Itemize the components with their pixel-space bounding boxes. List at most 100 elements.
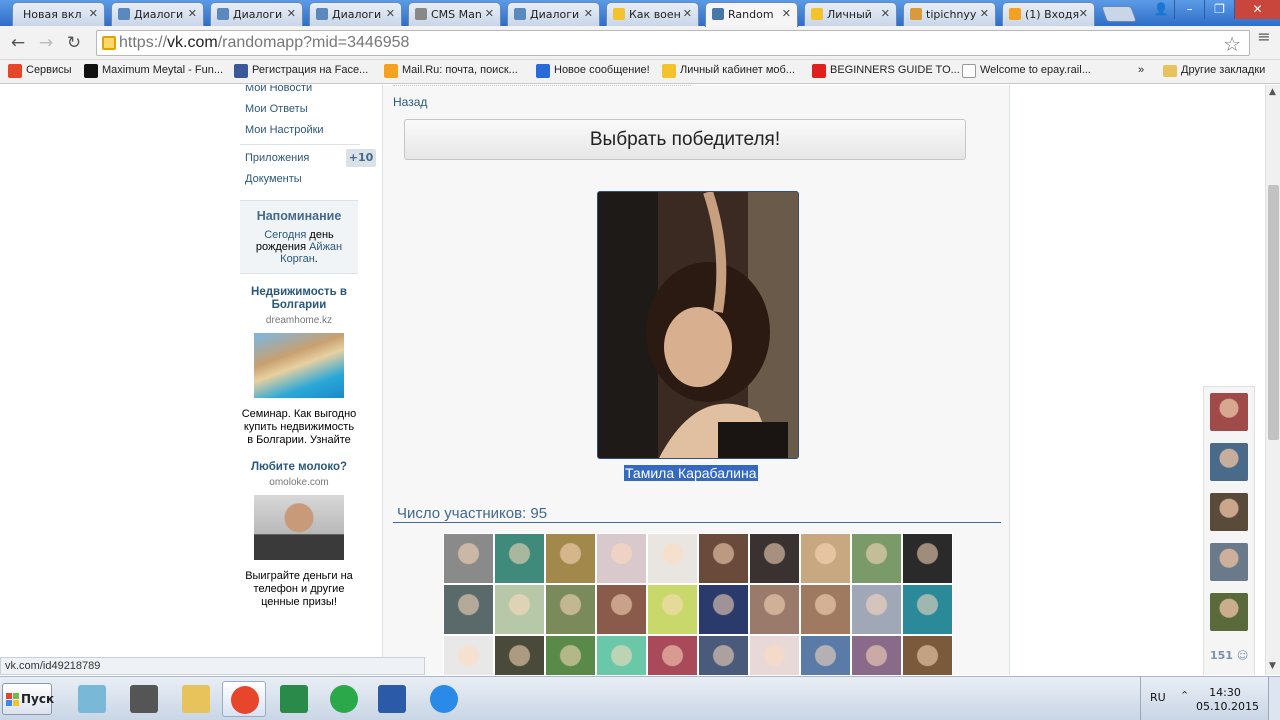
minimize-icon[interactable]: – <box>1174 0 1204 19</box>
winner-photo[interactable] <box>597 191 799 459</box>
tab-close-icon[interactable]: ✕ <box>386 7 395 20</box>
participant-avatar[interactable] <box>647 635 698 675</box>
taskbar-app-button[interactable] <box>174 681 218 717</box>
friends-count[interactable]: 151 ☺ <box>1210 649 1248 662</box>
tab-4[interactable]: CMS Man ✕ <box>408 2 501 26</box>
scroll-up-icon[interactable]: ▲ <box>1269 87 1276 97</box>
tab-2[interactable]: Диалоги ✕ <box>210 2 303 26</box>
tab-9[interactable]: tipichnyy ✕ <box>903 2 996 26</box>
participant-avatar[interactable] <box>545 584 596 635</box>
friend-avatar[interactable] <box>1210 443 1248 481</box>
bookmark-item[interactable]: Новое сообщение! <box>536 64 650 78</box>
participant-avatar[interactable] <box>902 533 953 584</box>
pick-winner-button[interactable]: Выбрать победителя! <box>404 119 966 160</box>
participant-avatar[interactable] <box>800 533 851 584</box>
tab-close-icon[interactable]: ✕ <box>782 7 791 20</box>
sidebar-item-answers[interactable]: Мои Ответы <box>240 99 360 120</box>
tab-close-icon[interactable]: ✕ <box>89 7 98 20</box>
tab-0[interactable]: Новая вкла ✕ <box>12 2 105 26</box>
tab-close-icon[interactable]: ✕ <box>980 7 989 20</box>
new-tab-button[interactable] <box>1101 6 1137 22</box>
participant-avatar[interactable] <box>698 533 749 584</box>
tab-8[interactable]: Личный ✕ <box>804 2 897 26</box>
friend-avatar[interactable] <box>1210 543 1248 581</box>
tab-5[interactable]: Диалоги ✕ <box>507 2 600 26</box>
bookmark-item[interactable]: Maximum Meytal - Fun... <box>84 64 223 78</box>
participant-avatar[interactable] <box>596 584 647 635</box>
scroll-down-icon[interactable]: ▼ <box>1269 661 1276 671</box>
taskbar-app-button[interactable] <box>370 681 414 717</box>
participant-avatar[interactable] <box>596 533 647 584</box>
taskbar-app-button[interactable] <box>222 681 266 717</box>
friend-avatar[interactable] <box>1210 593 1248 631</box>
language-indicator[interactable]: RU <box>1150 691 1166 704</box>
page-scrollbar[interactable]: ▲ ▼ <box>1265 85 1280 675</box>
tab-close-icon[interactable]: ✕ <box>188 7 197 20</box>
ad-image-man-phone[interactable] <box>254 495 344 560</box>
ad-text[interactable]: Семинар. Как выгодно купить недвижимость… <box>240 408 358 447</box>
clock[interactable]: 14:30 05.10.2015 <box>1196 686 1259 714</box>
participant-avatar[interactable] <box>545 533 596 584</box>
participant-avatar[interactable] <box>647 584 698 635</box>
address-bar[interactable]: https://vk.com/randomapp?mid=3446958 ☆ <box>96 30 1250 56</box>
participant-avatar[interactable] <box>800 635 851 675</box>
taskbar-app-button[interactable] <box>272 681 316 717</box>
participant-avatar[interactable] <box>851 584 902 635</box>
tab-6[interactable]: Как воен ✕ <box>606 2 699 26</box>
bookmark-item[interactable]: Welcome to epay.rail... <box>962 64 1091 78</box>
sidebar-item-apps[interactable]: Приложения <box>240 148 360 169</box>
participant-avatar[interactable] <box>494 533 545 584</box>
maximize-icon[interactable]: ❐ <box>1204 0 1234 19</box>
ad-title[interactable]: Любите молоко? <box>240 461 358 474</box>
sidebar-item-settings[interactable]: Мои Настройки <box>240 120 360 141</box>
participant-avatar[interactable] <box>749 533 800 584</box>
tab-close-icon[interactable]: ✕ <box>287 7 296 20</box>
ad-image-resort[interactable] <box>254 333 344 398</box>
winner-name-link[interactable]: Тамила Карабалина <box>624 465 758 481</box>
close-window-icon[interactable]: ✕ <box>1234 0 1280 19</box>
bookmark-item[interactable]: Личный кабинет моб... <box>662 64 795 78</box>
participant-avatar[interactable] <box>749 584 800 635</box>
tab-close-icon[interactable]: ✕ <box>584 7 593 20</box>
participant-avatar[interactable] <box>494 584 545 635</box>
start-button[interactable]: Пуск <box>2 683 54 715</box>
participant-avatar[interactable] <box>698 584 749 635</box>
tab-close-icon[interactable]: ✕ <box>1079 7 1088 20</box>
participant-avatar[interactable] <box>902 584 953 635</box>
participant-avatar[interactable] <box>647 533 698 584</box>
back-link[interactable]: Назад <box>393 95 427 109</box>
forward-arrow-icon[interactable]: → <box>36 33 56 53</box>
reminder-today-link[interactable]: Сегодня <box>264 229 306 241</box>
participant-avatar[interactable] <box>800 584 851 635</box>
friend-avatar[interactable] <box>1210 393 1248 431</box>
participant-avatar[interactable] <box>902 635 953 675</box>
participant-avatar[interactable] <box>443 533 494 584</box>
participant-avatar[interactable] <box>698 635 749 675</box>
taskbar-app-button[interactable] <box>322 681 366 717</box>
ad-title[interactable]: Недвижимость в Болгарии <box>240 286 358 312</box>
bookmark-item[interactable]: BEGINNERS GUIDE TO... <box>812 64 960 78</box>
other-bookmarks-button[interactable]: Другие закладки <box>1163 64 1265 77</box>
apps-badge[interactable]: +10 <box>346 149 376 167</box>
participant-avatar[interactable] <box>596 635 647 675</box>
show-desktop-button[interactable] <box>1268 677 1280 720</box>
friend-avatar[interactable] <box>1210 493 1248 531</box>
tab-1[interactable]: Диалоги ✕ <box>111 2 204 26</box>
scrollbar-thumb[interactable] <box>1268 185 1279 440</box>
taskbar-app-button[interactable] <box>122 681 166 717</box>
bookmark-item[interactable]: Сервисы <box>8 64 72 78</box>
bookmark-item[interactable]: Mail.Ru: почта, поиск... <box>384 64 518 78</box>
participant-avatar[interactable] <box>851 533 902 584</box>
sidebar-item-news[interactable]: Мои Новости <box>240 85 360 99</box>
reload-icon[interactable]: ↻ <box>64 33 84 53</box>
ad-text[interactable]: Выиграйте деньги на телефон и другие цен… <box>240 570 358 609</box>
tab-close-icon[interactable]: ✕ <box>881 7 890 20</box>
menu-icon[interactable]: ≡ <box>1256 29 1272 45</box>
taskbar-app-button[interactable] <box>422 681 466 717</box>
tab-close-icon[interactable]: ✕ <box>485 7 494 20</box>
ad-block[interactable]: Любите молоко? omoloke.com Выиграйте ден… <box>240 461 358 609</box>
participant-avatar[interactable] <box>545 635 596 675</box>
tray-expand-icon[interactable]: ⌃ <box>1180 689 1189 702</box>
back-arrow-icon[interactable]: ← <box>8 33 28 53</box>
tab-3[interactable]: Диалоги ✕ <box>309 2 402 26</box>
